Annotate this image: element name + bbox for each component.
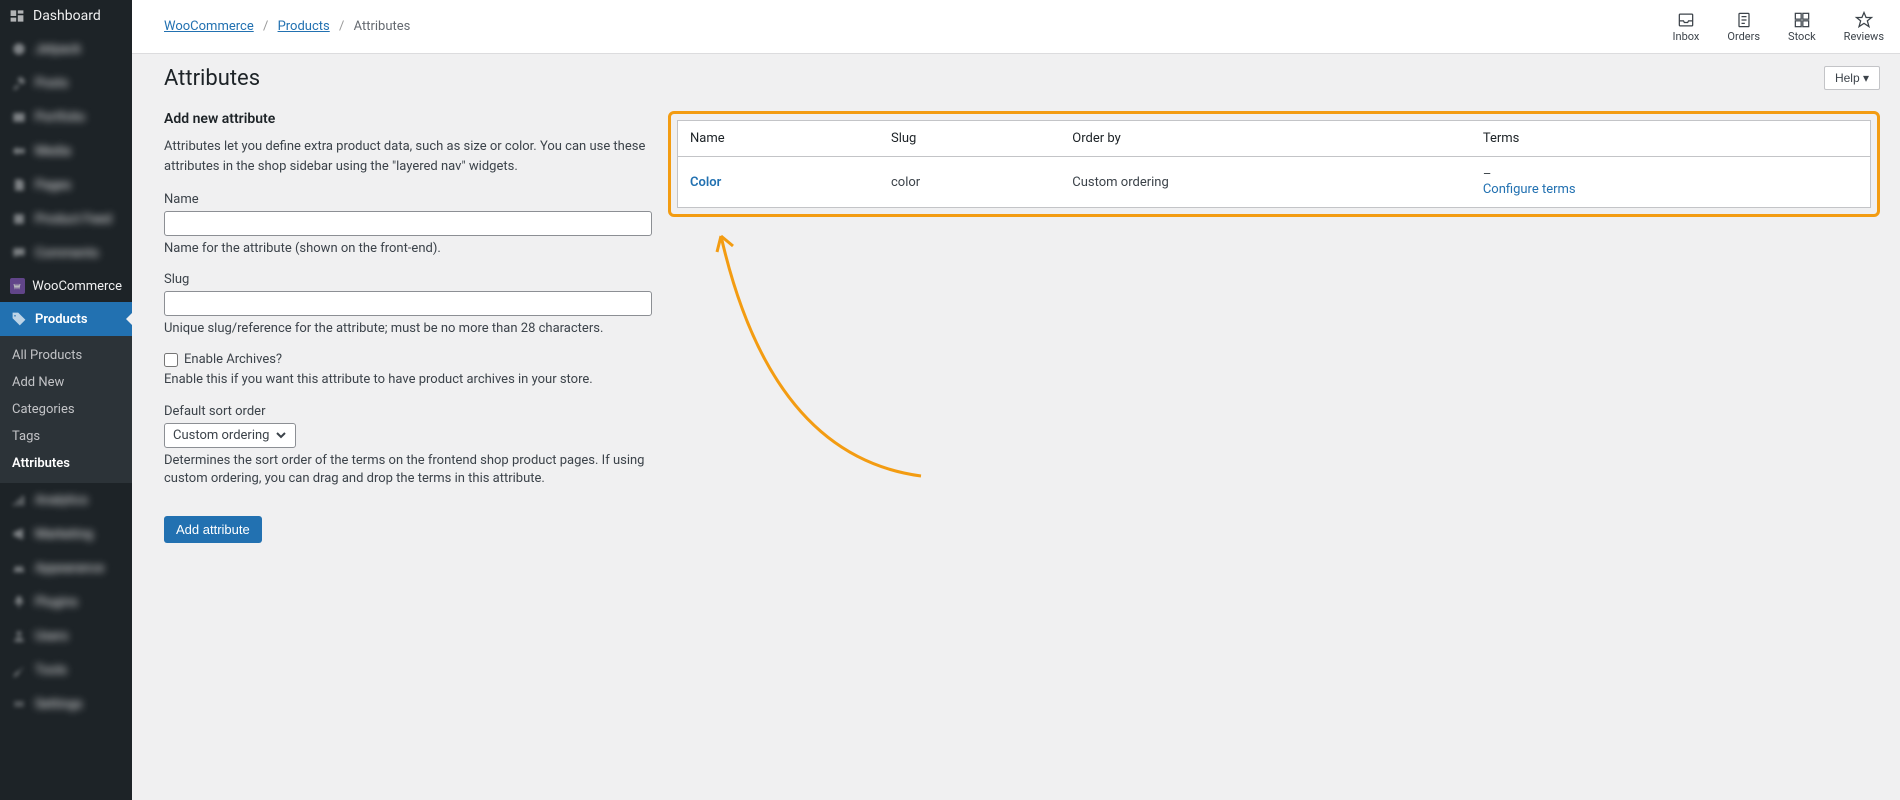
form-intro: Attributes let you define extra product … bbox=[164, 137, 652, 176]
slug-label: Slug bbox=[164, 272, 652, 287]
generic-icon bbox=[10, 40, 28, 58]
submenu-tags[interactable]: Tags bbox=[0, 423, 132, 450]
woocommerce-icon bbox=[10, 278, 25, 294]
settings-icon bbox=[10, 695, 28, 713]
portfolio-icon bbox=[10, 108, 28, 126]
dashboard-icon bbox=[8, 7, 26, 25]
submenu-categories[interactable]: Categories bbox=[0, 396, 132, 423]
sidebar-item-blurred[interactable]: Pages bbox=[0, 168, 132, 202]
sidebar-item-products[interactable]: Products bbox=[0, 302, 132, 336]
name-label: Name bbox=[164, 192, 652, 207]
submenu-all-products[interactable]: All Products bbox=[0, 342, 132, 369]
configure-terms-link[interactable]: Configure terms bbox=[1483, 182, 1576, 197]
sort-selected: Custom ordering bbox=[173, 428, 269, 443]
reviews-label: Reviews bbox=[1844, 30, 1884, 43]
attribute-name-link[interactable]: Color bbox=[690, 175, 721, 190]
sidebar-item-blurred[interactable]: Appearance bbox=[0, 551, 132, 585]
add-attribute-button[interactable]: Add attribute bbox=[164, 516, 262, 543]
sidebar-item-blurred[interactable]: Analytics bbox=[0, 483, 132, 517]
sort-help: Determines the sort order of the terms o… bbox=[164, 452, 652, 488]
marketing-icon bbox=[10, 525, 28, 543]
th-terms[interactable]: Terms bbox=[1471, 121, 1871, 157]
breadcrumb: WooCommerce / Products / Attributes bbox=[164, 19, 410, 34]
archives-checkbox[interactable] bbox=[164, 353, 178, 367]
sidebar-item-woocommerce[interactable]: WooCommerce bbox=[0, 270, 132, 302]
admin-sidebar: Dashboard Jetpack Posts Portfolio Media … bbox=[0, 0, 132, 800]
slug-input[interactable] bbox=[164, 291, 652, 316]
archives-label: Enable Archives? bbox=[184, 352, 282, 367]
name-input[interactable] bbox=[164, 211, 652, 236]
appearance-icon bbox=[10, 559, 28, 577]
sidebar-item-label: WooCommerce bbox=[32, 279, 122, 294]
sidebar-item-blurred[interactable]: Comments bbox=[0, 236, 132, 270]
sort-label: Default sort order bbox=[164, 404, 652, 419]
products-icon bbox=[10, 310, 28, 328]
orders-icon bbox=[1734, 10, 1754, 30]
orders-label: Orders bbox=[1727, 30, 1760, 43]
chevron-down-icon bbox=[275, 429, 287, 441]
sidebar-item-blurred[interactable]: Product Feed bbox=[0, 202, 132, 236]
sidebar-item-label: Dashboard bbox=[33, 8, 101, 24]
terms-dash: – bbox=[1483, 167, 1492, 182]
th-name[interactable]: Name bbox=[678, 121, 880, 157]
inbox-button[interactable]: Inbox bbox=[1673, 10, 1700, 43]
sidebar-item-blurred[interactable]: Media bbox=[0, 134, 132, 168]
annotation-arrow bbox=[711, 226, 931, 486]
analytics-icon bbox=[10, 491, 28, 509]
sidebar-item-blurred[interactable]: Settings bbox=[0, 687, 132, 721]
breadcrumb-products[interactable]: Products bbox=[278, 19, 330, 34]
stock-icon bbox=[1792, 10, 1812, 30]
slug-help: Unique slug/reference for the attribute;… bbox=[164, 320, 652, 338]
star-icon bbox=[1854, 10, 1874, 30]
attributes-table: Name Slug Order by Terms Color color bbox=[677, 120, 1871, 208]
pin-icon bbox=[10, 74, 28, 92]
tools-icon bbox=[10, 661, 28, 679]
th-order-by[interactable]: Order by bbox=[1060, 121, 1471, 157]
inbox-label: Inbox bbox=[1673, 30, 1700, 43]
th-slug[interactable]: Slug bbox=[879, 121, 1060, 157]
sidebar-item-blurred[interactable]: Jetpack bbox=[0, 32, 132, 66]
products-submenu: All Products Add New Categories Tags Att… bbox=[0, 336, 132, 483]
topbar-right: Inbox Orders Stock Reviews bbox=[1673, 10, 1884, 43]
sidebar-item-blurred[interactable]: Plugins bbox=[0, 585, 132, 619]
comments-icon bbox=[10, 244, 28, 262]
stock-label: Stock bbox=[1788, 30, 1816, 43]
chevron-down-icon: ▾ bbox=[1863, 71, 1869, 85]
submenu-attributes[interactable]: Attributes bbox=[0, 450, 132, 477]
reviews-button[interactable]: Reviews bbox=[1844, 10, 1884, 43]
breadcrumb-woocommerce[interactable]: WooCommerce bbox=[164, 19, 254, 34]
sidebar-item-blurred[interactable]: Marketing bbox=[0, 517, 132, 551]
plugins-icon bbox=[10, 593, 28, 611]
feed-icon bbox=[10, 210, 28, 228]
topbar: WooCommerce / Products / Attributes Inbo… bbox=[132, 0, 1900, 54]
attributes-table-highlight: Name Slug Order by Terms Color color bbox=[668, 111, 1880, 217]
page-title: Attributes bbox=[164, 66, 260, 91]
stock-button[interactable]: Stock bbox=[1788, 10, 1816, 43]
orders-button[interactable]: Orders bbox=[1727, 10, 1760, 43]
users-icon bbox=[10, 627, 28, 645]
attribute-slug: color bbox=[879, 157, 1060, 208]
help-button[interactable]: Help ▾ bbox=[1824, 66, 1880, 90]
archives-help: Enable this if you want this attribute t… bbox=[164, 371, 652, 389]
table-row: Color color Custom ordering – Configure … bbox=[678, 157, 1871, 208]
attribute-order-by: Custom ordering bbox=[1060, 157, 1471, 208]
sidebar-item-blurred[interactable]: Tools bbox=[0, 653, 132, 687]
sidebar-item-blurred[interactable]: Users bbox=[0, 619, 132, 653]
form-heading: Add new attribute bbox=[164, 111, 652, 127]
submenu-add-new[interactable]: Add New bbox=[0, 369, 132, 396]
add-attribute-form: Add new attribute Attributes let you def… bbox=[164, 111, 652, 543]
media-icon bbox=[10, 142, 28, 160]
sidebar-item-dashboard[interactable]: Dashboard bbox=[0, 0, 132, 32]
sidebar-item-blurred[interactable]: Portfolio bbox=[0, 100, 132, 134]
sort-order-select[interactable]: Custom ordering bbox=[164, 423, 296, 448]
sidebar-item-blurred[interactable]: Posts bbox=[0, 66, 132, 100]
name-help: Name for the attribute (shown on the fro… bbox=[164, 240, 652, 258]
pages-icon bbox=[10, 176, 28, 194]
inbox-icon bbox=[1676, 10, 1696, 30]
breadcrumb-current: Attributes bbox=[354, 19, 411, 34]
sidebar-item-label: Products bbox=[35, 312, 88, 327]
